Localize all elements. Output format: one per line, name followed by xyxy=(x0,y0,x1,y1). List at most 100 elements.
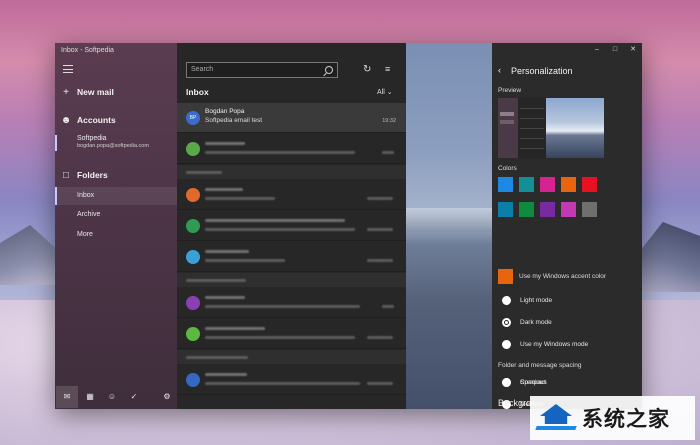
radio-windows-mode[interactable]: Use my Windows mode xyxy=(502,340,588,349)
message-item[interactable]: BP Bogdan Popa Softpedia email test 19:3… xyxy=(177,103,406,133)
bottom-app-bar: ✉ ▦ ☺ ✓ ⚙ xyxy=(55,384,177,409)
radio-button[interactable] xyxy=(502,296,511,305)
date-group-header xyxy=(177,165,406,179)
todo-icon[interactable]: ✓ xyxy=(124,387,144,407)
avatar xyxy=(186,296,200,310)
message-item-blurred[interactable] xyxy=(177,365,406,395)
filter-dropdown[interactable]: All xyxy=(377,88,393,96)
avatar xyxy=(186,327,200,341)
account-email: bogdan.popa@softpedia.com xyxy=(77,143,149,149)
search-input[interactable]: Search xyxy=(186,62,338,78)
radio-light-mode[interactable]: Light mode xyxy=(502,296,552,305)
color-swatch[interactable] xyxy=(540,177,555,192)
color-swatch[interactable] xyxy=(498,202,513,217)
reading-pane-background xyxy=(406,43,492,409)
avatar: BP xyxy=(186,111,200,125)
search-icon[interactable] xyxy=(325,66,333,74)
sync-icon[interactable]: ↻ xyxy=(363,64,371,75)
date-group-header xyxy=(177,273,406,287)
color-swatch[interactable] xyxy=(540,202,555,217)
windows-mode-label: Use my Windows mode xyxy=(520,341,589,348)
new-mail-label: New mail xyxy=(77,87,114,97)
account-name: Softpedia xyxy=(77,135,107,142)
folder-item-inbox[interactable]: Inbox xyxy=(77,192,94,199)
accounts-header[interactable]: ☻ Accounts xyxy=(55,111,177,129)
window-title: Inbox - Softpedia xyxy=(61,47,114,54)
message-item-blurred[interactable] xyxy=(177,319,406,349)
spacing-label: Folder and message spacing xyxy=(498,362,582,369)
message-item-blurred[interactable] xyxy=(177,180,406,210)
color-swatch[interactable] xyxy=(561,177,576,192)
close-icon[interactable]: ✕ xyxy=(624,43,642,57)
site-watermark: 系统之家 xyxy=(530,396,695,440)
settings-gear-icon[interactable]: ⚙ xyxy=(157,387,177,407)
accent-color-label[interactable]: Use my Windows accent color xyxy=(519,273,606,280)
people-icon[interactable]: ☺ xyxy=(102,387,122,407)
back-arrow-icon[interactable]: ‹ xyxy=(498,65,501,75)
message-sender: Bogdan Popa xyxy=(205,108,245,115)
minimize-icon[interactable]: – xyxy=(588,43,606,57)
person-icon: ☻ xyxy=(60,114,72,126)
message-item-blurred[interactable] xyxy=(177,134,406,164)
house-logo-icon xyxy=(535,398,577,438)
avatar xyxy=(186,219,200,233)
theme-preview xyxy=(498,98,604,158)
personalization-pane: – □ ✕ ‹ Personalization Preview Colors U… xyxy=(492,43,642,409)
mail-icon[interactable]: ✉ xyxy=(56,385,78,408)
radio-compact[interactable]: Compact xyxy=(502,378,546,387)
message-item-blurred[interactable] xyxy=(177,211,406,241)
preview-label: Preview xyxy=(498,87,522,94)
radio-button[interactable] xyxy=(502,378,511,387)
watermark-text: 系统之家 xyxy=(582,408,670,431)
folder-selected-highlight xyxy=(55,187,177,205)
new-mail-button[interactable]: + New mail xyxy=(55,83,177,101)
hamburger-menu-icon[interactable] xyxy=(63,65,73,73)
background-section-label: Backgro xyxy=(498,398,532,408)
message-list-pane: Search ↻ ≡ Inbox All BP Bogdan Popa Soft… xyxy=(177,43,406,409)
compact-label: Compact xyxy=(520,379,547,386)
date-group-header xyxy=(177,350,406,364)
radio-button-selected[interactable] xyxy=(502,318,511,327)
color-swatch[interactable] xyxy=(561,202,576,217)
avatar xyxy=(186,188,200,202)
color-swatch[interactable] xyxy=(582,177,597,192)
preview-image xyxy=(546,98,604,158)
color-swatch[interactable] xyxy=(498,177,513,192)
navigation-pane: Inbox - Softpedia + New mail ☻ Accounts … xyxy=(55,43,177,409)
folders-header[interactable]: □ Folders xyxy=(55,166,177,184)
folder-item-archive[interactable]: Archive xyxy=(77,211,100,218)
radio-dark-mode[interactable]: Dark mode xyxy=(502,318,552,327)
accent-color-swatch[interactable] xyxy=(498,269,513,284)
message-item-blurred[interactable] xyxy=(177,288,406,318)
message-item-blurred[interactable] xyxy=(177,242,406,272)
folder-item-more[interactable]: More xyxy=(77,231,93,238)
avatar xyxy=(186,373,200,387)
background-mountain-left xyxy=(0,225,60,285)
window-controls: – □ ✕ xyxy=(588,43,642,57)
folder-selected-indicator xyxy=(55,187,57,205)
list-heading: Inbox xyxy=(186,87,209,97)
colors-label: Colors xyxy=(498,165,517,172)
account-item-softpedia[interactable]: Softpedia bogdan.popa@softpedia.com xyxy=(77,135,149,149)
color-swatch[interactable] xyxy=(519,177,534,192)
accounts-label: Accounts xyxy=(77,115,116,125)
mail-app-window: Inbox - Softpedia + New mail ☻ Accounts … xyxy=(55,43,642,409)
avatar xyxy=(186,250,200,264)
radio-button[interactable] xyxy=(502,340,511,349)
background-mountain-right xyxy=(638,222,700,292)
maximize-icon[interactable]: □ xyxy=(606,43,624,57)
color-swatch[interactable] xyxy=(519,202,534,217)
calendar-icon[interactable]: ▦ xyxy=(80,387,100,407)
plus-icon: + xyxy=(63,86,69,98)
folder-icon: □ xyxy=(62,169,70,181)
selection-mode-icon[interactable]: ≡ xyxy=(385,64,390,74)
settings-title: Personalization xyxy=(511,66,573,76)
message-subject: Softpedia email test xyxy=(205,117,263,124)
dark-mode-label: Dark mode xyxy=(520,319,552,326)
avatar xyxy=(186,142,200,156)
account-selected-indicator xyxy=(55,135,57,151)
message-time: 19:32 xyxy=(382,118,396,124)
folders-label: Folders xyxy=(77,170,108,180)
color-swatch[interactable] xyxy=(582,202,597,217)
light-mode-label: Light mode xyxy=(520,297,553,304)
